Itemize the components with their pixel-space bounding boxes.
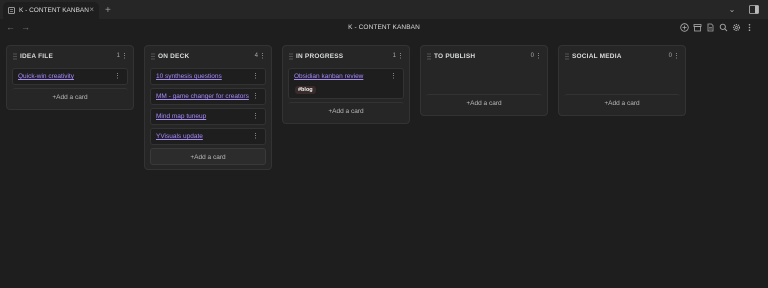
- more-vertical-icon[interactable]: ⋮: [121, 52, 128, 60]
- tab-bar: K - CONTENT KANBAN × + ⌄: [0, 0, 768, 19]
- more-vertical-icon[interactable]: [745, 23, 754, 32]
- close-icon[interactable]: ×: [89, 6, 94, 14]
- more-vertical-icon[interactable]: ⋮: [259, 52, 266, 60]
- card-link[interactable]: Mind map tuneup: [156, 113, 206, 120]
- more-vertical-icon[interactable]: ⋮: [252, 92, 259, 100]
- card[interactable]: Obsidian kanban review ⋮ #blog: [288, 68, 404, 99]
- card[interactable]: MM - game changer for creators ⋮: [150, 88, 266, 105]
- drag-handle-icon[interactable]: [151, 53, 155, 60]
- add-card-button[interactable]: +Add a card: [150, 148, 266, 165]
- more-vertical-icon[interactable]: ⋮: [252, 132, 259, 140]
- add-card-button[interactable]: +Add a card: [288, 102, 404, 119]
- lane-social-media: SOCIAL MEDIA 0 ⋮ +Add a card: [558, 45, 686, 116]
- lane-title[interactable]: IN PROGRESS: [296, 53, 343, 60]
- lane-in-progress: IN PROGRESS 1 ⋮ Obsidian kanban review ⋮…: [282, 45, 410, 124]
- document-icon: [8, 7, 15, 14]
- card-link[interactable]: YVisuals update: [156, 133, 203, 140]
- lane-count: 4: [254, 53, 258, 59]
- lane-to-publish: TO PUBLISH 0 ⋮ +Add a card: [420, 45, 548, 116]
- lane-on-deck: ON DECK 4 ⋮ 10 synthesis questions ⋮ MM …: [144, 45, 272, 170]
- card-link[interactable]: 10 synthesis questions: [156, 73, 222, 80]
- more-vertical-icon[interactable]: ⋮: [535, 52, 542, 60]
- settings-icon[interactable]: [732, 23, 741, 32]
- more-vertical-icon[interactable]: ⋮: [252, 112, 259, 120]
- drag-handle-icon[interactable]: [289, 53, 293, 60]
- card-link[interactable]: Obsidian kanban review: [294, 73, 363, 80]
- lane-count: 1: [116, 53, 120, 59]
- lane-title[interactable]: SOCIAL MEDIA: [572, 53, 622, 60]
- more-vertical-icon[interactable]: ⋮: [390, 72, 397, 80]
- lane-count: 1: [392, 53, 396, 59]
- more-vertical-icon[interactable]: ⋮: [114, 72, 121, 80]
- lane-title[interactable]: ON DECK: [158, 53, 189, 60]
- drag-handle-icon[interactable]: [13, 53, 17, 60]
- view-title: K - CONTENT KANBAN: [348, 24, 420, 31]
- lane-idea-file: IDEA FILE 1 ⋮ Quick-win creativity ⋮ +Ad…: [6, 45, 134, 110]
- card[interactable]: YVisuals update ⋮: [150, 128, 266, 145]
- archive-icon[interactable]: [693, 23, 702, 32]
- plus-circle-icon[interactable]: [680, 23, 689, 32]
- view-header: ← → K - CONTENT KANBAN: [0, 19, 768, 37]
- add-card-button[interactable]: +Add a card: [564, 94, 680, 111]
- add-card-button[interactable]: +Add a card: [12, 88, 128, 105]
- sidebar-toggle-icon[interactable]: [748, 3, 760, 15]
- drag-handle-icon[interactable]: [427, 53, 431, 60]
- lane-count: 0: [668, 53, 672, 59]
- tab-content-kanban[interactable]: K - CONTENT KANBAN ×: [3, 2, 99, 19]
- file-icon[interactable]: [706, 23, 715, 32]
- card-link[interactable]: MM - game changer for creators: [156, 93, 249, 100]
- chevron-down-icon[interactable]: ⌄: [726, 3, 738, 15]
- add-card-button[interactable]: +Add a card: [426, 94, 542, 111]
- more-vertical-icon[interactable]: ⋮: [397, 52, 404, 60]
- more-vertical-icon[interactable]: ⋮: [252, 72, 259, 80]
- search-icon[interactable]: [719, 23, 728, 32]
- more-vertical-icon[interactable]: ⋮: [673, 52, 680, 60]
- card[interactable]: Mind map tuneup ⋮: [150, 108, 266, 125]
- tab-title: K - CONTENT KANBAN: [19, 7, 89, 14]
- lane-title[interactable]: TO PUBLISH: [434, 53, 475, 60]
- lane-title[interactable]: IDEA FILE: [20, 53, 53, 60]
- card[interactable]: Quick-win creativity ⋮: [12, 68, 128, 85]
- tag-badge[interactable]: #blog: [295, 86, 316, 94]
- lane-count: 0: [530, 53, 534, 59]
- card[interactable]: 10 synthesis questions ⋮: [150, 68, 266, 85]
- drag-handle-icon[interactable]: [565, 53, 569, 60]
- card-link[interactable]: Quick-win creativity: [18, 73, 74, 80]
- new-tab-button[interactable]: +: [105, 2, 111, 19]
